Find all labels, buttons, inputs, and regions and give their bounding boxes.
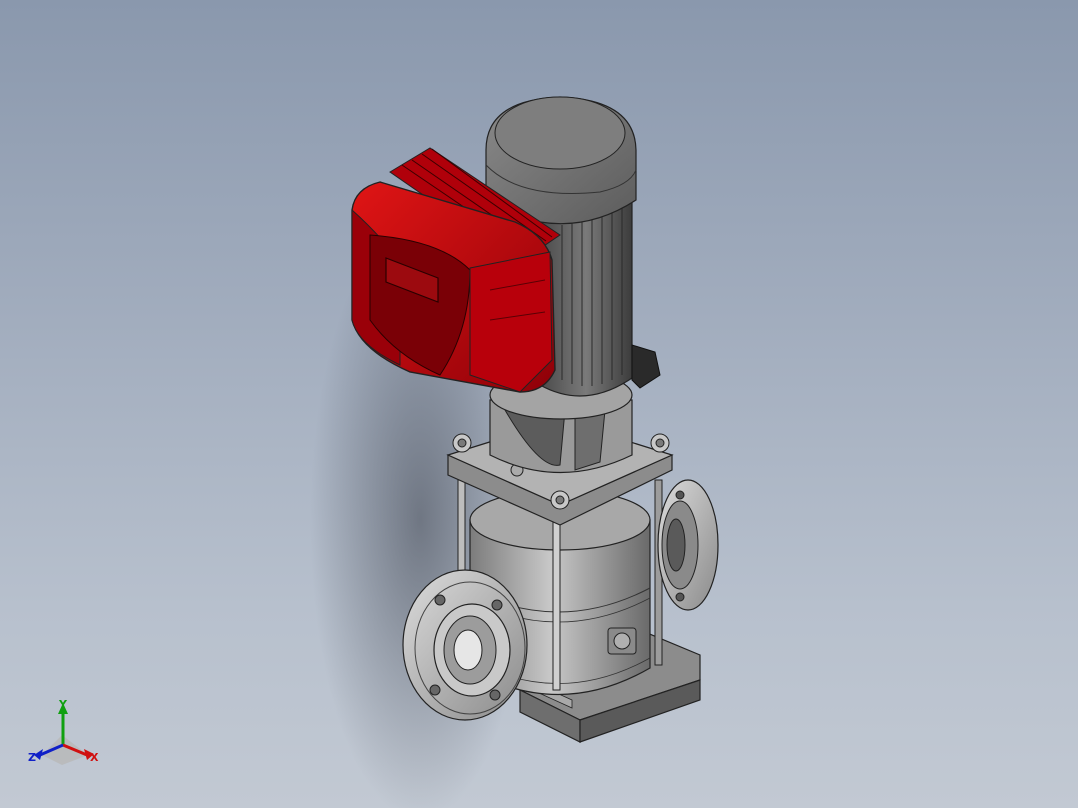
- discharge-flange: [657, 479, 719, 611]
- z-axis-label: Z: [28, 751, 36, 764]
- orientation-triad[interactable]: Y X Z: [28, 698, 99, 765]
- drain-plug: [607, 627, 637, 655]
- x-axis-label: X: [90, 751, 99, 764]
- y-axis-label: Y: [58, 698, 68, 711]
- model-scene[interactable]: Y X Z: [0, 0, 1078, 808]
- cad-viewport[interactable]: Y X Z: [0, 0, 1078, 808]
- suction-flange: [402, 569, 528, 721]
